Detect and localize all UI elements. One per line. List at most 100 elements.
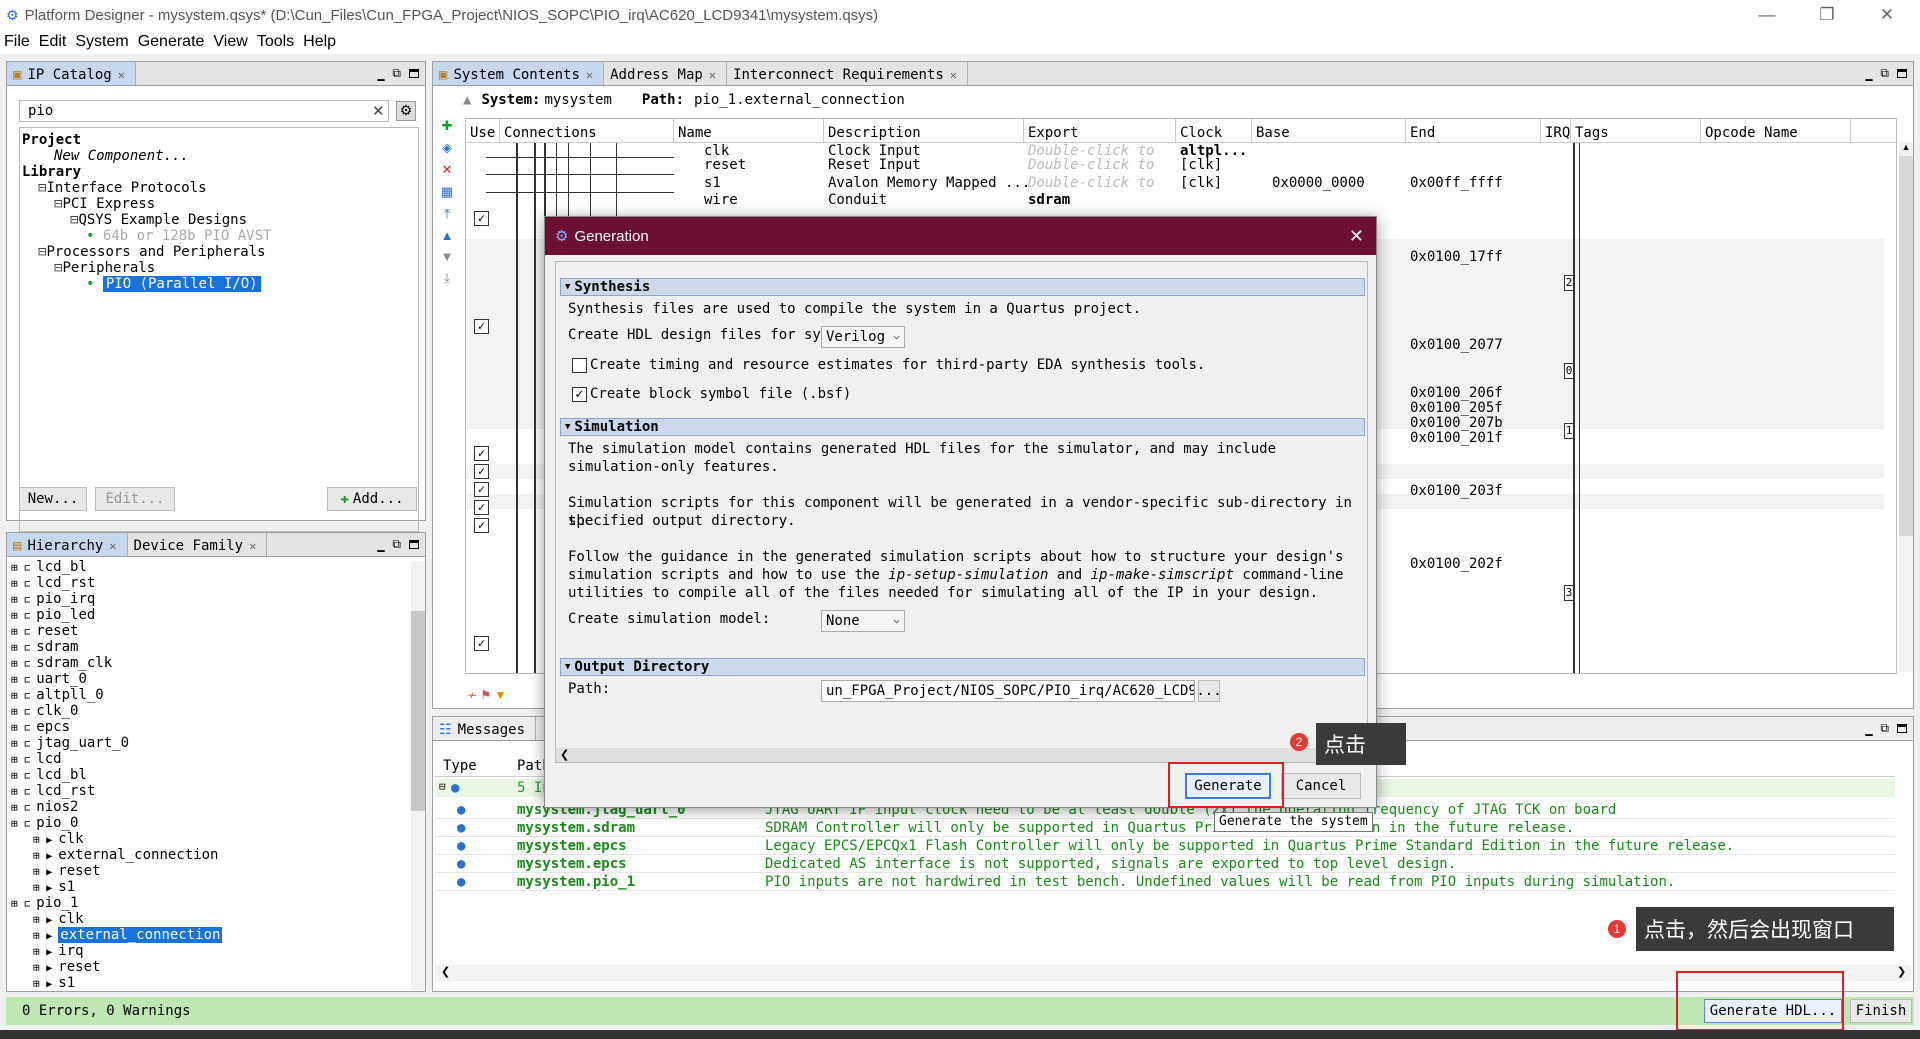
irq-number-box[interactable]: 0: [1564, 363, 1574, 379]
remove-icon[interactable]: ✕: [439, 162, 455, 178]
hierarchy-item[interactable]: ⊞ ⊏ sdram: [11, 639, 411, 655]
menu-tools[interactable]: Tools: [253, 33, 299, 51]
expand-icon[interactable]: ⊞: [33, 929, 46, 942]
use-checkbox[interactable]: ✓: [474, 518, 489, 533]
hierarchy-item[interactable]: ⊞ ⊏ altpll_0: [11, 687, 411, 703]
hierarchy-item[interactable]: ⊞ ▶ reset: [11, 863, 411, 879]
expand-icon[interactable]: ⊞: [33, 913, 46, 926]
menu-system[interactable]: System: [71, 33, 133, 51]
irq-number-box[interactable]: 2: [1564, 275, 1574, 291]
tab-messages[interactable]: ☷ Messages: [433, 717, 536, 740]
maximize-panel-icon[interactable]: [1897, 724, 1907, 733]
minimize-button[interactable]: —: [1740, 0, 1794, 30]
irq-number-box[interactable]: 3: [1564, 585, 1574, 601]
timing-estimates-checkbox[interactable]: [572, 358, 587, 373]
ip-tree-item[interactable]: Library: [22, 164, 418, 180]
restore-panel-icon[interactable]: ⧉: [1880, 721, 1889, 736]
expand-icon[interactable]: ⊞: [11, 609, 24, 622]
expand-icon[interactable]: ⊞: [11, 769, 24, 782]
close-tab-icon[interactable]: ✕: [950, 68, 957, 82]
expand-icon[interactable]: ⊞: [11, 753, 24, 766]
maximize-panel-icon[interactable]: [409, 69, 419, 78]
hierarchy-item[interactable]: ⊞ ▶ clk: [11, 911, 411, 927]
hierarchy-item[interactable]: ⊞ ⊏ lcd: [11, 751, 411, 767]
use-checkbox[interactable]: ✓: [474, 500, 489, 515]
use-checkbox[interactable]: ✓: [474, 211, 489, 226]
hierarchy-item[interactable]: ⊞ ⊏ pio_irq: [11, 591, 411, 607]
filter-toolbar-icon[interactable]: ≁ ⚑ ▼: [467, 688, 506, 702]
expand-icon[interactable]: ⊞: [33, 881, 46, 894]
move-top-icon[interactable]: ⤒: [439, 206, 455, 222]
close-tab-icon[interactable]: ✕: [709, 68, 716, 82]
col-name[interactable]: Name: [674, 119, 824, 143]
hierarchy-item[interactable]: ⊞ ▶ s1: [11, 975, 411, 989]
hierarchy-item[interactable]: ⊞ ⊏ lcd_rst: [11, 575, 411, 591]
tab-ip-catalog[interactable]: ▣ IP Catalog ✕: [7, 62, 136, 85]
col-opcode-name[interactable]: Opcode Name: [1701, 119, 1851, 143]
move-bottom-icon[interactable]: ⤓: [439, 270, 455, 286]
expand-icon[interactable]: ⊞: [11, 737, 24, 750]
hierarchy-item[interactable]: ⊞ ⊏ pio_0: [11, 815, 411, 831]
maximize-panel-icon[interactable]: [1897, 69, 1907, 78]
hdl-language-select[interactable]: Verilog ⌵: [821, 326, 905, 348]
use-checkbox[interactable]: ✓: [474, 446, 489, 461]
add-icon[interactable]: ✚: [439, 118, 455, 134]
tab-address-map[interactable]: Address Map ✕: [604, 62, 728, 85]
edit-component-button[interactable]: Edit...: [95, 487, 175, 511]
menu-file[interactable]: File: [0, 33, 35, 51]
hierarchy-item[interactable]: ⊞ ⊏ uart_0: [11, 671, 411, 687]
new-component-button[interactable]: New...: [19, 487, 87, 511]
ip-tree-item[interactable]: • 64b or 128b PIO AVST: [22, 228, 418, 244]
ip-search-input[interactable]: pio ✕: [19, 100, 389, 122]
expand-icon[interactable]: ⊞: [11, 593, 24, 606]
hierarchy-item[interactable]: ⊞ ▶ irq: [11, 943, 411, 959]
expand-icon[interactable]: ⊞: [11, 561, 24, 574]
restore-panel-icon[interactable]: ⧉: [392, 66, 401, 81]
simulation-section[interactable]: ▼ Simulation: [560, 418, 1365, 436]
close-tab-icon[interactable]: ✕: [586, 68, 593, 82]
minimize-panel-icon[interactable]: ▁: [1865, 67, 1872, 81]
expand-icon[interactable]: ⊞: [33, 865, 46, 878]
expand-icon[interactable]: ⊞: [11, 721, 24, 734]
use-checkbox[interactable]: ✓: [474, 464, 489, 479]
restore-panel-icon[interactable]: ⧉: [1880, 66, 1889, 81]
filter-icon[interactable]: ◈: [439, 140, 455, 156]
dialog-hscrollbar[interactable]: ❮ ❯: [556, 748, 1367, 762]
col-irq[interactable]: IRQ: [1541, 119, 1571, 143]
expand-icon[interactable]: ⊞: [11, 657, 24, 670]
col-description[interactable]: Description: [824, 119, 1024, 143]
menu-edit[interactable]: Edit: [35, 33, 72, 51]
expand-icon[interactable]: ⊞: [11, 577, 24, 590]
move-up-icon[interactable]: ▲: [439, 228, 455, 243]
hierarchy-item[interactable]: ⊞ ⊏ lcd_rst: [11, 783, 411, 799]
message-row[interactable]: ● mysystem.epcs Dedicated AS interface is …: [435, 855, 1895, 873]
expand-icon[interactable]: ⊞: [11, 801, 24, 814]
expand-icon[interactable]: ⊞: [33, 961, 46, 974]
expand-icon[interactable]: ⊞: [33, 849, 46, 862]
menu-help[interactable]: Help: [299, 33, 341, 51]
tab-interconnect-requirements[interactable]: Interconnect Requirements ✕: [727, 62, 969, 85]
expand-icon[interactable]: ⊞: [11, 641, 24, 654]
expand-icon[interactable]: ⊞: [11, 625, 24, 638]
message-row[interactable]: ● mysystem.epcs Legacy EPCS/EPCQx1 Flash C…: [435, 837, 1895, 855]
expand-icon[interactable]: ⊞: [11, 689, 24, 702]
hierarchy-item[interactable]: ⊞ ⊏ nios2: [11, 799, 411, 815]
ip-tree-item[interactable]: New Component...: [22, 148, 418, 164]
expand-icon[interactable]: ⊞: [11, 705, 24, 718]
use-checkbox[interactable]: ✓: [474, 319, 489, 334]
move-down-icon[interactable]: ▼: [439, 249, 455, 264]
ip-tree-item[interactable]: ⊟Interface Protocols: [22, 180, 418, 196]
hierarchy-item[interactable]: ⊞ ▶ clk: [11, 831, 411, 847]
settings-gear-icon[interactable]: ⚙: [396, 101, 416, 121]
hierarchy-item[interactable]: ⊞ ⊏ pio_1: [11, 895, 411, 911]
hierarchy-item[interactable]: ⊞ ⊏ sdram_clk: [11, 655, 411, 671]
block-symbol-checkbox[interactable]: ✓: [572, 387, 587, 402]
hierarchy-item[interactable]: ⊞ ⊏ jtag_uart_0: [11, 735, 411, 751]
expand-icon[interactable]: ⊞: [33, 945, 46, 958]
menu-generate[interactable]: Generate: [134, 33, 210, 51]
minimize-panel-icon[interactable]: ▁: [377, 538, 384, 552]
ip-tree-item[interactable]: • PIO (Parallel I/O): [22, 276, 418, 292]
output-directory-section[interactable]: ▼ Output Directory: [560, 658, 1365, 676]
col-base[interactable]: Base: [1252, 119, 1406, 143]
col-export[interactable]: Export: [1024, 119, 1176, 143]
